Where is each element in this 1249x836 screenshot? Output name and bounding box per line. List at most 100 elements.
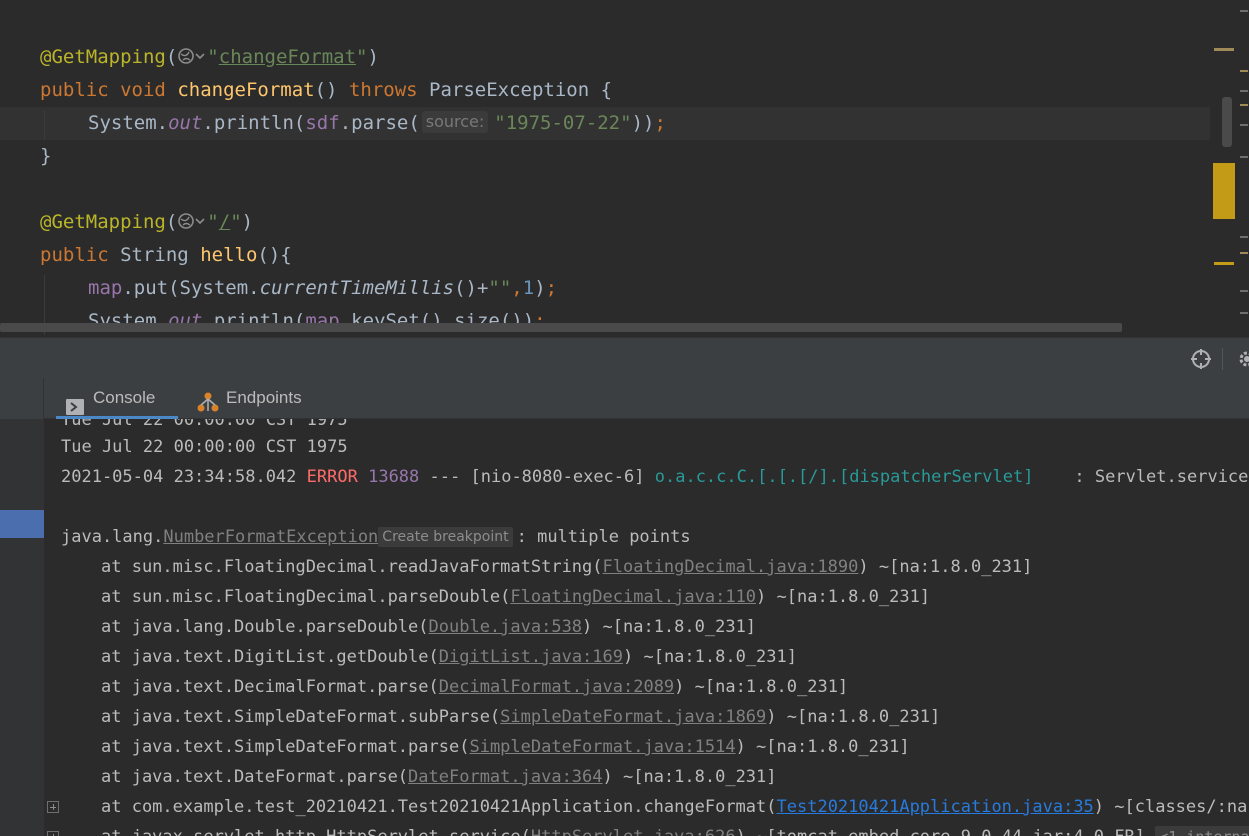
method-call: .parse( [339, 112, 420, 134]
keyword: throws [348, 79, 418, 101]
frame-text: at java.text.DateFormat.parse( [101, 767, 409, 787]
gear-icon[interactable] [1236, 348, 1249, 370]
parens: () [314, 79, 338, 101]
expand-icon[interactable] [47, 801, 59, 813]
source-link[interactable]: DateFormat.java:364 [408, 767, 602, 787]
frame-text: at java.lang.Double.parseDouble( [101, 617, 429, 637]
stripe-mark[interactable] [1214, 262, 1234, 265]
frame-jar: ) ~[na:1.8.0_231] [674, 677, 849, 697]
stripe-mark-highlight[interactable] [1213, 163, 1235, 219]
internal-calls-fold[interactable]: <1 internal [1155, 826, 1249, 836]
frame-text: at java.text.SimpleDateFormat.parse( [101, 737, 470, 757]
field-ref: sdf [305, 112, 340, 134]
string-literal: "1975-07-22" [494, 112, 632, 134]
method-call: .println( [202, 112, 306, 134]
stack-frame: at java.lang.Double.parseDouble(Double.j… [101, 612, 756, 642]
log-timestamp: 2021-05-04 23:34:58.042 [61, 467, 297, 487]
source-link[interactable]: HttpServlet.java:626 [531, 827, 736, 836]
type-name: ParseException [429, 79, 590, 101]
code-line-3: System.out.println(sdf.parse(source: "197… [88, 107, 666, 140]
frame-jar: ) ~[tomcat-embed-core-9.0.44.jar:4.0.FR] [736, 827, 1145, 836]
error-stripe[interactable] [1213, 0, 1249, 337]
frame-text: at sun.misc.FloatingDecimal.readJavaForm… [101, 557, 603, 577]
exception-line: java.lang.NumberFormatException Create br… [61, 522, 691, 552]
frame-text: at java.text.SimpleDateFormat.subParse( [101, 707, 501, 727]
keyword: public [40, 79, 109, 101]
tool-window-header [0, 337, 1249, 378]
field-ref: map [88, 277, 123, 299]
console-output[interactable]: Tue Jul 22 00:00:00 CST 1975 Tue Jul 22 … [0, 419, 1249, 836]
code-line-6: @GetMapping("/") [40, 206, 253, 239]
mapping-path-string: "changeFormat" [207, 46, 368, 68]
console-side-toolbar [0, 419, 44, 836]
frame-jar: ) ~[na:1.8.0_231] [582, 617, 757, 637]
source-link[interactable]: FloatingDecimal.java:110 [510, 587, 756, 607]
static-field: out [168, 112, 203, 134]
create-breakpoint-button[interactable]: Create breakpoint [378, 527, 513, 547]
source-link[interactable]: DecimalFormat.java:2089 [439, 677, 674, 697]
stripe-mark [1240, 10, 1248, 12]
code-line-1: @GetMapping("changeFormat") [40, 41, 379, 74]
semicolon: ; [545, 277, 558, 299]
parens: )) [631, 112, 655, 134]
frame-jar: ) ~[na:1.8.0_231] [858, 557, 1033, 577]
source-link[interactable]: FloatingDecimal.java:1890 [603, 557, 859, 577]
stripe-mark [1240, 312, 1248, 314]
crosshair-icon[interactable] [1190, 348, 1212, 370]
stripe-mark [1240, 236, 1248, 238]
keyword: public [40, 244, 109, 266]
horizontal-scrollbar[interactable] [0, 323, 1122, 332]
globe-icon[interactable] [177, 44, 207, 64]
operator: ()+ [454, 277, 489, 299]
code-editor[interactable]: @GetMapping("changeFormat") public void … [0, 0, 1249, 337]
side-selection[interactable] [0, 510, 44, 538]
parens: (){ [257, 244, 292, 266]
stripe-mark [1240, 90, 1248, 92]
code-line-2: public void changeFormat() throws ParseE… [40, 74, 612, 107]
tab-console[interactable]: Console [56, 378, 178, 419]
frame-text: at com.example.test_20210421.Test2021042… [101, 797, 777, 817]
globe-icon[interactable] [177, 209, 207, 229]
console-log-line: 2021-05-04 23:34:58.042 ERROR 13688 --- … [61, 462, 1249, 492]
tool-strip [0, 378, 44, 419]
log-pid: 13688 [368, 467, 420, 487]
source-link[interactable]: Test20210421Application.java:35 [777, 797, 1094, 817]
mapping-path-string: / [218, 211, 231, 233]
frame-text: at java.text.DecimalFormat.parse( [101, 677, 439, 697]
frame-jar: ) ~[na:1.8.0_231] [735, 737, 910, 757]
stripe-mark[interactable] [1214, 48, 1234, 51]
stripe-mark [1240, 156, 1248, 158]
expand-icon[interactable] [47, 831, 59, 836]
source-link[interactable]: DigitList.java:169 [439, 647, 623, 667]
source-link[interactable]: Double.java:538 [429, 617, 583, 637]
frame-jar: ) ~[na:1.8.0_231] [766, 707, 941, 727]
paren: ) [534, 277, 546, 299]
log-logger: o.a.c.c.C.[.[.[/].[dispatcherServlet] [654, 467, 1034, 487]
paren: ) [241, 211, 254, 233]
console-line: Tue Jul 22 00:00:00 CST 1975 [61, 437, 348, 457]
source-link[interactable]: SimpleDateFormat.java:1869 [500, 707, 766, 727]
annotation: @GetMapping [40, 46, 166, 68]
tab-endpoints[interactable]: Endpoints [190, 378, 330, 419]
stripe-mark [1240, 124, 1248, 126]
frame-jar: ) ~[na:1.8.0_231] [756, 587, 931, 607]
annotation: @GetMapping [40, 211, 166, 233]
method-name: changeFormat [177, 79, 315, 101]
code-line-4: } [40, 140, 51, 173]
frame-text: at java.text.DigitList.getDouble( [101, 647, 439, 667]
semicolon: ; [654, 112, 666, 134]
stack-frame: at javax.servlet.http.HttpServlet.servic… [101, 822, 1249, 836]
stack-frame: at sun.misc.FloatingDecimal.readJavaForm… [101, 552, 1032, 582]
stack-frame: at java.text.SimpleDateFormat.subParse(S… [101, 702, 940, 732]
source-link[interactable]: SimpleDateFormat.java:1514 [469, 737, 735, 757]
exception-message: : multiple points [516, 527, 691, 547]
stack-frame: at com.example.test_20210421.Test2021042… [101, 792, 1249, 822]
code-line-7: public String hello(){ [40, 239, 292, 272]
tab-label: Endpoints [226, 388, 302, 407]
frame-jar: ) ~[na:1.8.0_231] [623, 647, 797, 667]
paren: ) [367, 46, 379, 68]
string-quote: " [207, 211, 219, 233]
exception-link[interactable]: NumberFormatException [163, 527, 378, 547]
method-call: .put(System. [122, 277, 260, 299]
brace: { [600, 79, 613, 101]
